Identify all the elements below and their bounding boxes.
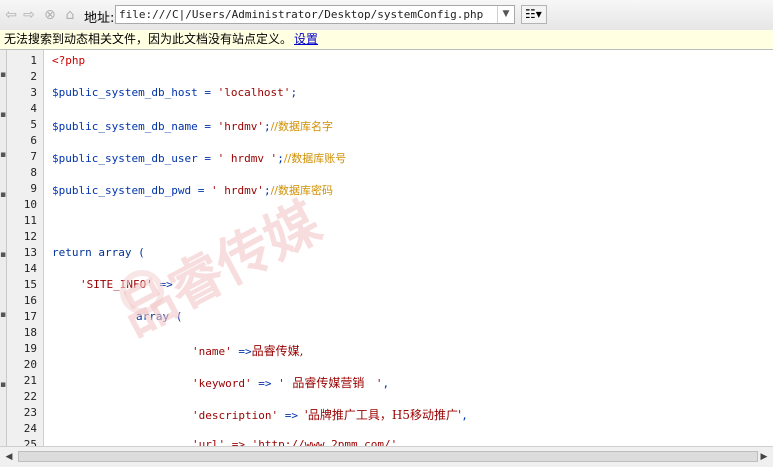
line-number: 1 xyxy=(30,54,37,67)
comma: , xyxy=(461,409,468,422)
line-number: 17 xyxy=(23,310,37,323)
operator: => xyxy=(231,345,252,358)
variable: $public_system_db_user xyxy=(52,152,198,165)
info-message: 无法搜索到动态相关文件，因为此文档没有站点定义。 设置 xyxy=(4,30,318,49)
line-number: 15 xyxy=(23,278,37,291)
back-arrow-icon[interactable]: ⇦ xyxy=(2,6,20,24)
string: 品睿传媒, xyxy=(251,344,304,358)
tool-icon[interactable]: ▪ xyxy=(0,190,6,200)
horizontal-scrollbar[interactable]: ◀ ▶ xyxy=(0,446,773,467)
tool-icon[interactable]: ▪ xyxy=(0,250,6,260)
scroll-right-icon[interactable]: ▶ xyxy=(757,450,771,464)
string: 'keyword' xyxy=(192,377,252,390)
line-number: 12 xyxy=(23,230,37,243)
php-open-tag: <?php xyxy=(52,54,86,67)
line-number: 5 xyxy=(30,118,37,131)
string: ' hrdmv ' xyxy=(217,152,278,165)
line-number: 13 xyxy=(23,246,37,259)
line-number: 4 xyxy=(30,102,37,115)
chevron-down-icon[interactable]: ▼ xyxy=(497,6,514,23)
quote: ' xyxy=(278,377,285,390)
coding-toolbar: ▪ ▪ ▪ ▪ ▪ ▪ ▪ xyxy=(0,50,7,446)
comment: //数据库名字 xyxy=(270,120,333,133)
comment: //数据库账号 xyxy=(283,152,347,165)
line-number: 23 xyxy=(23,406,37,419)
line-number: 10 xyxy=(23,198,37,211)
line-number: 9 xyxy=(30,182,37,195)
code-line-21: 'keyword' => ' 品睿传媒营销 ', xyxy=(192,374,389,391)
string: 'hrdmv' xyxy=(217,120,264,133)
scroll-left-icon[interactable]: ◀ xyxy=(2,450,16,464)
tool-icon[interactable]: ▪ xyxy=(0,310,6,320)
operator: = xyxy=(197,120,218,133)
setup-link[interactable]: 设置 xyxy=(294,32,318,46)
line-number-gutter: 1 2 3 4 5 6 7 8 9 10 11 12 13 14 15 16 17 18 19 20 21 22 23 24 2… xyxy=(7,50,44,451)
line-number: 22 xyxy=(23,390,37,403)
address-label: 地址: xyxy=(84,11,115,26)
operator: => xyxy=(278,409,305,422)
comma: , xyxy=(382,377,390,390)
variable: $public_system_db_pwd xyxy=(52,184,192,197)
operator: = xyxy=(197,152,218,165)
line-number: 14 xyxy=(23,262,37,275)
tool-icon[interactable]: ▪ xyxy=(0,110,6,120)
code-line-19: 'name' =>品睿传媒, xyxy=(192,342,303,359)
string: 品睿传媒营销 xyxy=(284,376,376,390)
tool-icon[interactable]: ▪ xyxy=(0,70,6,80)
line-number: 7 xyxy=(30,150,37,163)
line-number: 18 xyxy=(23,326,37,339)
line-number: 21 xyxy=(23,374,37,387)
string: 'name' xyxy=(192,345,232,358)
variable: $public_system_db_host xyxy=(52,86,198,99)
tool-icon[interactable]: ▪ xyxy=(0,150,6,160)
address-bar: ⇦ ⇨ ⊗ ⌂ 地址: file:///C|/Users/Administrat… xyxy=(0,0,773,31)
line-number: 8 xyxy=(30,166,37,179)
tool-icon[interactable]: ▪ xyxy=(0,380,6,390)
operator: = xyxy=(191,184,211,197)
code-line-25: 'url' => 'http://www.2pmm.com/' xyxy=(192,438,398,446)
line-number: 11 xyxy=(23,214,37,227)
string: 'localhost' xyxy=(217,86,291,99)
string: 'description' xyxy=(192,409,279,422)
string: ' hrdmv' xyxy=(210,184,264,197)
operator: => xyxy=(251,377,279,390)
line-number: 2 xyxy=(30,70,37,83)
operator: = xyxy=(197,86,218,99)
variable: $public_system_db_name xyxy=(52,120,198,133)
code-line-13: return array ( xyxy=(52,246,145,259)
line-number: 6 xyxy=(30,134,37,147)
line-number: 24 xyxy=(23,422,37,435)
code-editor[interactable]: <?php $public_system_db_host = 'localhos… xyxy=(44,50,773,446)
info-text: 无法搜索到动态相关文件，因为此文档没有站点定义。 xyxy=(4,32,293,46)
string: '品牌推广工具，H5移动推广' xyxy=(304,408,462,422)
semicolon: ; xyxy=(277,152,284,165)
scrollbar-thumb[interactable] xyxy=(18,451,758,462)
address-url[interactable]: file:///C|/Users/Administrator/Desktop/s… xyxy=(119,8,483,21)
line-number: 19 xyxy=(23,342,37,355)
line-number: 20 xyxy=(23,358,37,371)
line-number: 3 xyxy=(30,86,37,99)
code-line-7: $public_system_db_user = ' hrdmv ';//数据库… xyxy=(52,150,346,166)
code-line-5: $public_system_db_name = 'hrdmv';//数据库名字 xyxy=(52,118,333,134)
semicolon: ; xyxy=(263,120,271,133)
home-icon[interactable]: ⌂ xyxy=(61,6,79,24)
code-line-1: <?php xyxy=(52,54,85,67)
info-bar: 无法搜索到动态相关文件，因为此文档没有站点定义。 设置 xyxy=(0,30,773,50)
semicolon: ; xyxy=(290,86,298,99)
stop-icon[interactable]: ⊗ xyxy=(41,6,59,24)
forward-arrow-icon[interactable]: ⇨ xyxy=(20,6,38,24)
line-number: 16 xyxy=(23,294,37,307)
page-options-icon[interactable]: ☷▾ xyxy=(521,5,547,24)
code-line-3: $public_system_db_host = 'localhost'; xyxy=(52,86,297,99)
address-input[interactable]: file:///C|/Users/Administrator/Desktop/s… xyxy=(115,5,515,24)
code-line-23: 'description' => '品牌推广工具，H5移动推广', xyxy=(192,406,468,423)
